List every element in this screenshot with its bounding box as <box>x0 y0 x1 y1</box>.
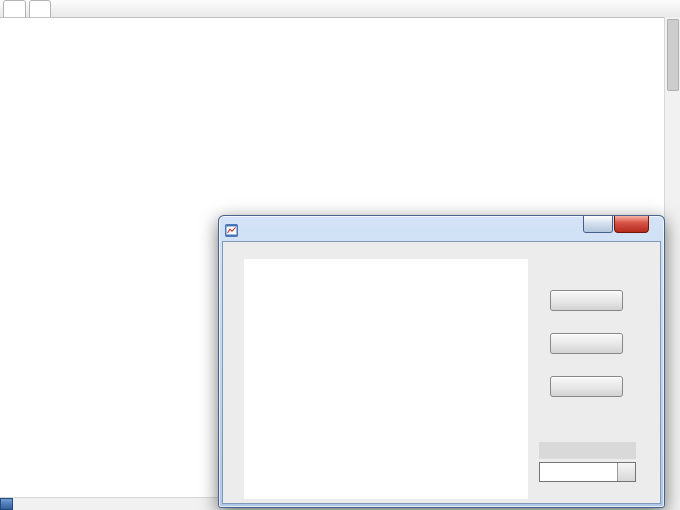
dropdown-arrow-icon[interactable] <box>617 463 635 481</box>
plot-canvas <box>244 259 528 499</box>
select-data-label <box>539 442 636 459</box>
mesh-button[interactable] <box>550 333 623 354</box>
vertical-scrollbar[interactable] <box>664 17 680 510</box>
data-popup-menu[interactable] <box>539 462 636 482</box>
contour-button[interactable] <box>550 376 623 397</box>
axes-panel <box>244 259 528 499</box>
figure-titlebar[interactable] <box>222 216 661 241</box>
new-tab-button[interactable] <box>29 0 51 17</box>
editor-tab-bar <box>0 0 680 18</box>
vertical-scrollbar-thumb[interactable] <box>667 19 679 91</box>
window-icon <box>225 223 238 237</box>
surf-button[interactable] <box>550 290 623 311</box>
tab-simple-gui2[interactable] <box>3 0 26 17</box>
figure-client-area <box>222 241 661 504</box>
close-button[interactable] <box>614 216 649 233</box>
figure-window <box>218 215 665 508</box>
window-controls <box>583 216 649 233</box>
minimize-button[interactable] <box>583 216 613 233</box>
editor-corner-button[interactable] <box>0 498 13 510</box>
